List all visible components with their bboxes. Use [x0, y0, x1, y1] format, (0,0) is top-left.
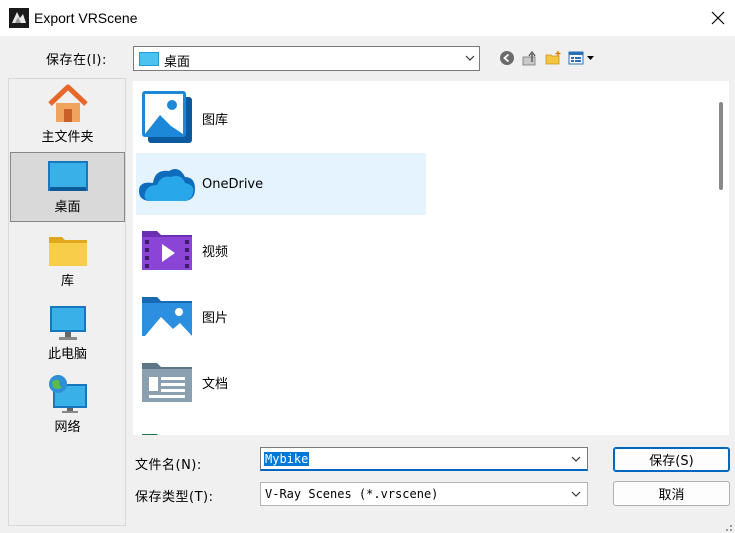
view-menu-button[interactable]: [568, 48, 596, 68]
file-name: 图片: [202, 310, 229, 326]
place-label: 网络: [54, 420, 81, 435]
lookin-dropdown[interactable]: 桌面: [133, 46, 480, 71]
network-icon: [48, 375, 87, 413]
new-folder-icon: [545, 51, 560, 65]
place-network[interactable]: 网络: [10, 371, 125, 441]
close-button[interactable]: [700, 0, 735, 36]
library-folder-icon: [48, 237, 87, 266]
file-name: OneDrive: [202, 176, 264, 192]
3dsmax-logo-icon: [9, 8, 29, 28]
place-label: 库: [60, 274, 74, 289]
back-icon: [500, 51, 514, 65]
place-home[interactable]: 主文件夹: [10, 81, 125, 151]
cancel-button[interactable]: 取消: [613, 481, 730, 506]
place-label: 此电脑: [47, 347, 87, 362]
filetype-dropdown[interactable]: V-Ray Scenes (*.vrscene): [260, 482, 588, 506]
filename-input[interactable]: Mybike: [260, 447, 588, 471]
list-item[interactable]: 图库: [136, 87, 426, 149]
up-folder-button[interactable]: [521, 48, 539, 68]
view-menu-icon: [568, 51, 594, 65]
lookin-value: 桌面: [164, 55, 191, 70]
videos-folder-icon: [142, 231, 192, 270]
chevron-down-icon[interactable]: [571, 455, 581, 463]
documents-folder-icon: [142, 363, 192, 402]
folder-icon: [142, 434, 158, 435]
up-folder-icon: [522, 50, 536, 66]
list-item[interactable]: OneDrive: [136, 153, 426, 215]
scrollbar-thumb[interactable]: [719, 102, 723, 190]
pictures-folder-icon: [142, 297, 192, 336]
place-desktop[interactable]: 桌面: [10, 152, 125, 222]
place-library[interactable]: 库: [10, 225, 125, 295]
filename-value: Mybike: [264, 452, 310, 466]
filetype-value: V-Ray Scenes (*.vrscene): [265, 487, 439, 501]
close-icon: [711, 11, 724, 25]
file-name: 视频: [202, 244, 229, 260]
chevron-down-icon: [571, 491, 581, 497]
list-item[interactable]: 文档: [136, 351, 426, 413]
lookin-label: 保存在(I):: [46, 53, 107, 68]
file-name: 文档: [202, 376, 229, 392]
file-list[interactable]: 图库 OneDrive 视频 图片 文档: [133, 81, 729, 435]
save-button[interactable]: 保存(S): [613, 447, 730, 472]
resize-grip-icon[interactable]: [722, 521, 734, 533]
place-computer[interactable]: 此电脑: [10, 298, 125, 368]
chevron-down-icon: [465, 55, 475, 61]
file-list-scrollbar[interactable]: [713, 81, 729, 435]
place-label: 主文件夹: [41, 130, 94, 145]
home-icon: [47, 84, 88, 122]
computer-icon: [49, 306, 86, 340]
desktop-icon: [139, 52, 159, 66]
filename-label: 文件名(N):: [135, 458, 202, 473]
title-bar: Export VRScene: [0, 0, 735, 36]
window-title: Export VRScene: [34, 10, 138, 26]
gallery-icon: [142, 91, 192, 143]
place-label: 桌面: [54, 200, 81, 215]
file-name: 图库: [202, 112, 229, 128]
back-button[interactable]: [498, 48, 516, 68]
list-item[interactable]: [136, 417, 426, 435]
new-folder-button[interactable]: [544, 48, 562, 68]
list-item[interactable]: 视频: [136, 219, 426, 281]
places-bar: 主文件夹 桌面 库 此电脑 网络: [8, 78, 126, 526]
filetype-label: 保存类型(T):: [135, 490, 214, 505]
onedrive-cloud-icon: [139, 169, 195, 201]
list-item[interactable]: 图片: [136, 285, 426, 347]
desktop-icon: [47, 161, 88, 191]
